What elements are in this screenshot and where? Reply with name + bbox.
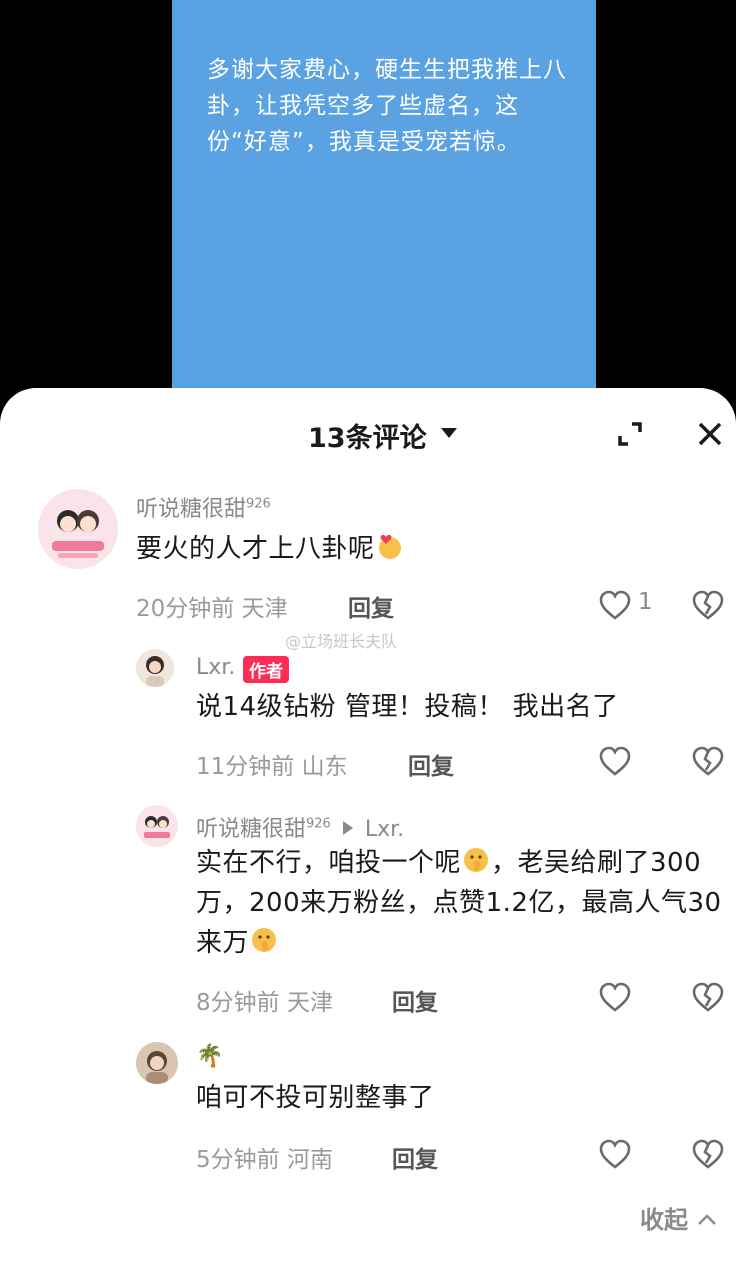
comment-username[interactable]: 听说糖很甜926: [136, 491, 271, 523]
dislike-broken-heart-icon[interactable]: [691, 589, 725, 621]
reply-item: 听说糖很甜926 Lxr. 实在不行，咱投一个呢 ，老吴给刷了300万，200来万…: [0, 803, 736, 1023]
comment-text: 实在不行，咱投一个呢 ，老吴给刷了300万，200来万粉丝，点赞1.2亿，最高人…: [196, 843, 726, 963]
reply-item: Lxr. 作者 说14级钻粉 管理！投稿！ 我出名了 11分钟前 山东 回复: [0, 645, 736, 785]
video-area[interactable]: 多谢大家费心，硬生生把我推上八卦，让我凭空多了些虚名，这份“好意”，我真是受宠若…: [0, 0, 736, 420]
dislike-broken-heart-icon[interactable]: [691, 1138, 725, 1170]
reply-button[interactable]: 回复: [348, 589, 394, 623]
fan-level-number: 926: [306, 816, 331, 832]
comment-username[interactable]: 🌴: [196, 1044, 223, 1069]
reply-button[interactable]: 回复: [392, 983, 438, 1017]
avatar[interactable]: [136, 805, 178, 847]
avatar-photo-icon: [136, 1042, 178, 1084]
comment-meta: 11分钟前 山东: [196, 754, 348, 780]
avatar[interactable]: [136, 1042, 178, 1084]
comment-text: 要火的人才上八卦呢: [136, 529, 656, 569]
close-icon[interactable]: [696, 420, 724, 448]
author-badge: 作者: [243, 656, 289, 683]
collapse-replies-button[interactable]: 收起: [640, 1200, 718, 1235]
fan-level-number: 926: [246, 496, 271, 512]
comment-meta: 20分钟前 天津: [136, 596, 288, 622]
reply-button[interactable]: 回复: [408, 747, 454, 781]
comment-text: 说14级钻粉 管理！投稿！ 我出名了: [196, 692, 619, 722]
post-image: 多谢大家费心，硬生生把我推上八卦，让我凭空多了些虚名，这份“好意”，我真是受宠若…: [172, 0, 596, 400]
dislike-broken-heart-icon[interactable]: [691, 981, 725, 1013]
avatar-photo-icon: [136, 649, 174, 687]
dropdown-caret-icon[interactable]: [441, 428, 457, 438]
shushing-face-emoji: [252, 928, 277, 952]
like-heart-icon[interactable]: [598, 981, 632, 1013]
sheet-header: 13条评论: [0, 408, 736, 458]
comment-count-title[interactable]: 13条评论: [308, 416, 427, 455]
comment-username[interactable]: Lxr.: [196, 655, 235, 680]
comment-text: 咱可不投可别整事了: [196, 1083, 435, 1113]
heart-hands-emoji: [378, 534, 401, 559]
reply-to-username[interactable]: Lxr.: [365, 817, 404, 842]
reply-item: 🌴 咱可不投可别整事了 5分钟前 河南 回复: [0, 1040, 736, 1180]
like-count: 1: [638, 589, 653, 615]
comment-username[interactable]: 听说糖很甜926 Lxr.: [196, 811, 404, 843]
comment-item: 听说糖很甜926 要火的人才上八卦呢 20分钟前 天津 回复 1: [0, 485, 736, 635]
avatar[interactable]: [38, 489, 118, 569]
like-heart-icon[interactable]: [598, 1138, 632, 1170]
comment-meta: 5分钟前 河南: [196, 1147, 333, 1173]
avatar[interactable]: [136, 649, 174, 687]
expand-icon[interactable]: [616, 420, 644, 448]
reply-arrow-icon: [342, 821, 353, 835]
comment-meta: 8分钟前 天津: [196, 990, 333, 1016]
chevron-up-icon: [698, 1214, 717, 1225]
like-heart-icon[interactable]: [598, 745, 632, 777]
reply-button[interactable]: 回复: [392, 1140, 438, 1174]
avatar-illustration-icon: [38, 489, 118, 569]
post-text: 多谢大家费心，硬生生把我推上八卦，让我凭空多了些虚名，这份“好意”，我真是受宠若…: [207, 57, 567, 155]
like-heart-icon[interactable]: [598, 589, 632, 621]
avatar-illustration-icon: [136, 805, 178, 847]
shushing-face-emoji: [464, 848, 489, 872]
dislike-broken-heart-icon[interactable]: [691, 745, 725, 777]
